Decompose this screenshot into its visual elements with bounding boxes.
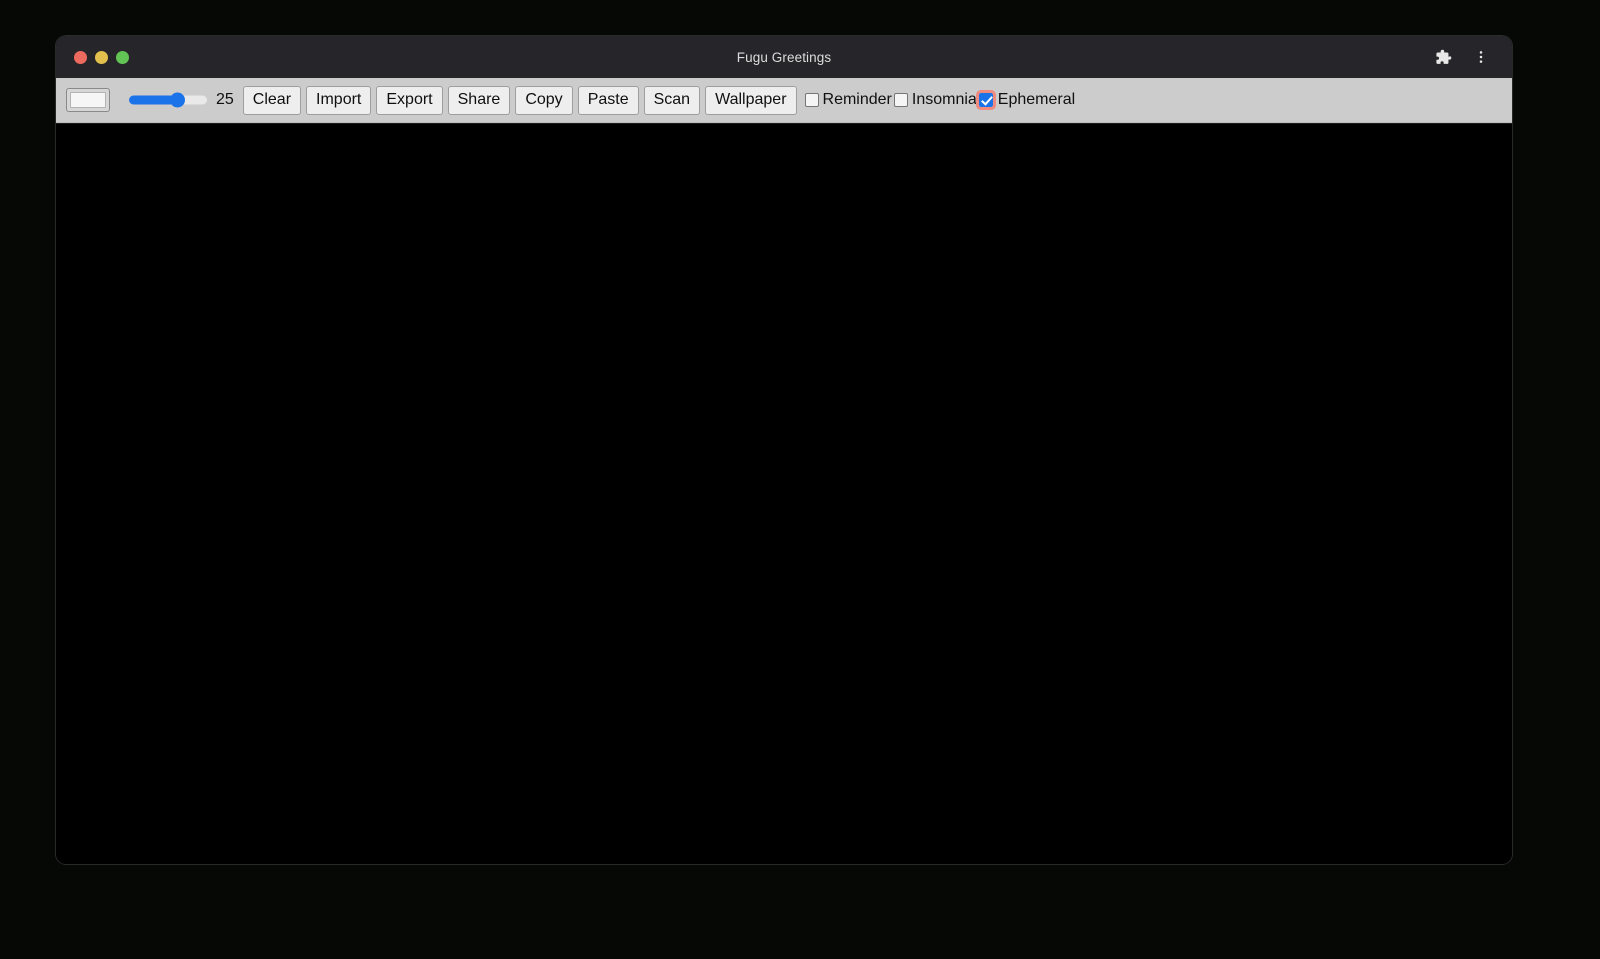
- thickness-value-label: 25: [216, 91, 234, 108]
- more-vertical-icon[interactable]: [1470, 46, 1492, 68]
- minimize-window-button[interactable]: [95, 50, 108, 64]
- app-window: Fugu Greetings 25 Clear Import Export Sh…: [56, 36, 1512, 864]
- ephemeral-checkbox-label: Ephemeral: [997, 91, 1076, 108]
- drawing-canvas[interactable]: [56, 123, 1512, 864]
- slider-thumb[interactable]: [170, 92, 186, 108]
- desktop-backdrop: Fugu Greetings 25 Clear Import Export Sh…: [0, 0, 1600, 959]
- close-window-button[interactable]: [74, 50, 87, 64]
- insomnia-checkbox-box[interactable]: [893, 93, 908, 107]
- import-button[interactable]: Import: [306, 85, 372, 115]
- maximize-window-button[interactable]: [116, 50, 129, 64]
- share-button[interactable]: Share: [447, 85, 511, 115]
- reminder-checkbox-label: Reminder: [822, 91, 892, 108]
- color-picker-input[interactable]: [66, 88, 110, 112]
- thickness-slider[interactable]: [129, 90, 207, 110]
- titlebar-actions: [1432, 46, 1500, 68]
- clear-button[interactable]: Clear: [242, 85, 302, 115]
- wallpaper-button[interactable]: Wallpaper: [705, 85, 797, 115]
- scan-button[interactable]: Scan: [643, 85, 701, 115]
- app-toolbar: 25 Clear Import Export Share Copy Paste …: [56, 78, 1512, 123]
- traffic-light-group: [74, 50, 129, 64]
- ephemeral-checkbox[interactable]: Ephemeral: [975, 90, 1076, 110]
- export-button[interactable]: Export: [376, 85, 443, 115]
- paste-button[interactable]: Paste: [577, 85, 639, 115]
- insomnia-checkbox-label: Insomnia: [911, 91, 977, 108]
- color-picker-swatch: [70, 92, 106, 108]
- insomnia-checkbox[interactable]: Insomnia: [893, 91, 977, 109]
- puzzle-piece-icon[interactable]: [1432, 46, 1454, 68]
- window-title: Fugu Greetings: [736, 49, 832, 65]
- reminder-checkbox-box[interactable]: [804, 93, 819, 107]
- reminder-checkbox[interactable]: Reminder: [804, 91, 892, 109]
- copy-button[interactable]: Copy: [515, 85, 573, 115]
- window-titlebar[interactable]: Fugu Greetings: [56, 36, 1512, 78]
- ephemeral-checkbox-box[interactable]: [975, 90, 996, 110]
